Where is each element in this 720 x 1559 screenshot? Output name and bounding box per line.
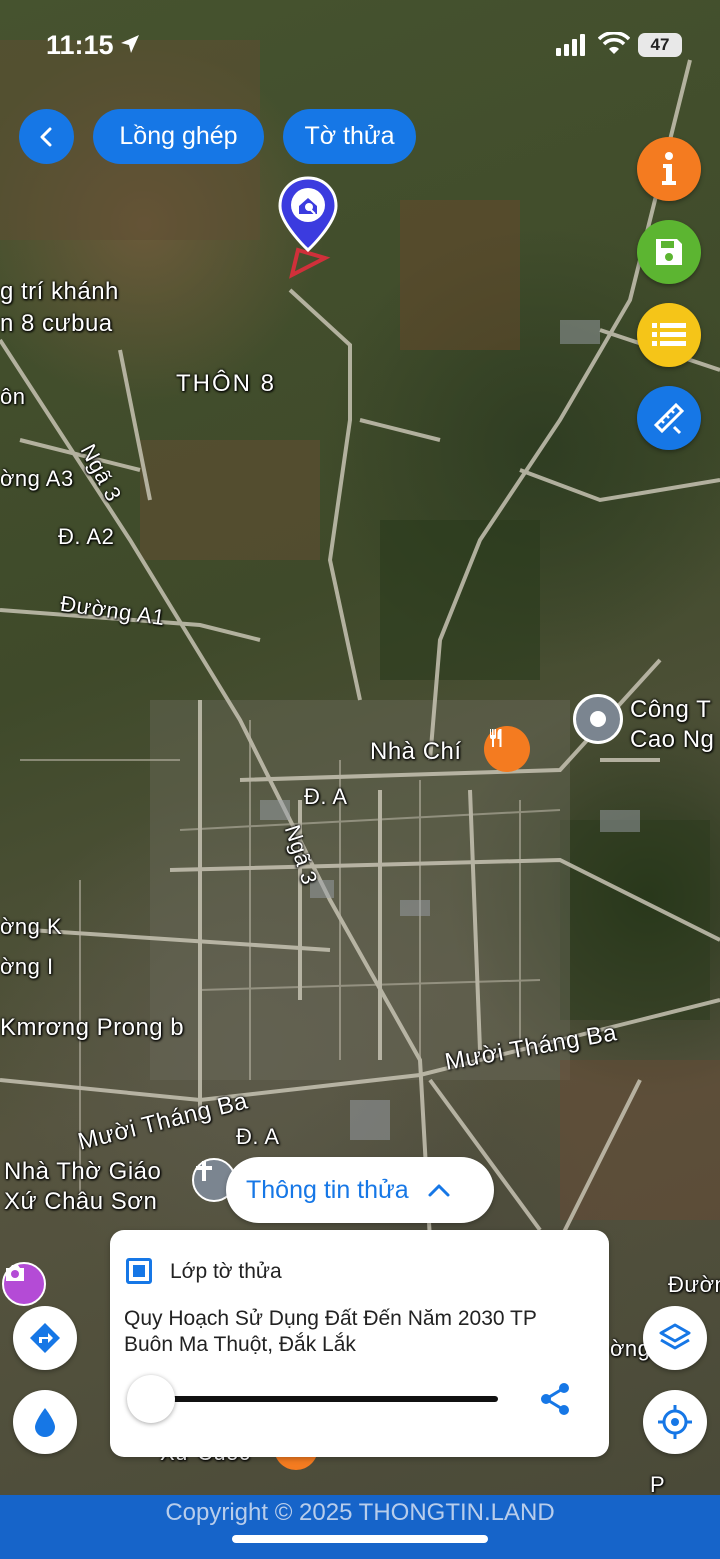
list-button[interactable] [637, 303, 701, 367]
measure-tool-button[interactable] [637, 386, 701, 450]
info-icon [662, 152, 676, 185]
plan-title: Quy Hoạch Sử Dụng Đất Đến Năm 2030 TP Bu… [124, 1307, 537, 1356]
layers-icon [659, 1323, 691, 1350]
list-icon [652, 323, 686, 346]
layers-button[interactable] [643, 1306, 707, 1370]
water-drop-icon [35, 1408, 55, 1437]
map-label-poi: Công T [630, 696, 712, 723]
map-label-poi: Nhà Chí [370, 738, 462, 765]
my-location-button[interactable] [643, 1390, 707, 1454]
map-label: n 8 cưbua [0, 310, 113, 337]
chevron-left-icon [40, 127, 51, 146]
location-pin-icon[interactable] [573, 694, 623, 744]
directions-icon [30, 1323, 60, 1353]
map-label-road: ờng A3 [0, 466, 74, 491]
back-button[interactable] [19, 109, 74, 164]
status-bar: 11:15 47 [0, 0, 720, 90]
layer-panel: Lớp tờ thửa Quy Hoạch Sử Dụng Đất Đến Nă… [110, 1230, 609, 1457]
ruler-pencil-icon [653, 402, 685, 435]
map-label-road: Đ. A [236, 1124, 280, 1149]
map-label-village: THÔN 8 [176, 370, 277, 397]
info-button[interactable] [637, 137, 701, 201]
map-label-road: ờng K [0, 914, 63, 939]
map-label-poi: Xứ Châu Sơn [4, 1188, 158, 1215]
crosshair-icon [658, 1405, 692, 1439]
parcel-info-label: Thông tin thửa [246, 1175, 409, 1204]
water-layer-button[interactable] [13, 1390, 77, 1454]
location-arrow-icon [118, 32, 142, 61]
save-icon [656, 239, 682, 265]
camera-icon[interactable] [2, 1262, 46, 1306]
save-button[interactable] [637, 220, 701, 284]
restaurant-icon[interactable] [484, 726, 530, 772]
layer-checkbox[interactable] [126, 1258, 152, 1284]
map-label: g trí khánh [0, 278, 119, 305]
chevron-up-icon [428, 1184, 450, 1197]
map-label-road: Đ. A [304, 784, 348, 809]
parcel-info-tab[interactable]: Thông tin thửa [226, 1157, 494, 1223]
map-label-road: P [650, 1472, 666, 1495]
copyright-footer: Copyright © 2025 THONGTIN.LAND [0, 1495, 720, 1559]
map-label-poi: Nhà Thờ Giáo [4, 1158, 162, 1185]
status-time: 11:15 [46, 30, 114, 60]
opacity-slider-track[interactable] [154, 1396, 498, 1402]
map-label-road: ờng I [0, 954, 54, 979]
home-indicator[interactable] [232, 1535, 488, 1543]
map-label: ôn [0, 384, 26, 409]
battery-indicator: 47 [638, 33, 682, 57]
cellular-signal-icon [556, 34, 590, 61]
map-label-poi: Cao Ng [630, 726, 715, 753]
map-label-road: Đườn [668, 1272, 720, 1297]
directions-button[interactable] [13, 1306, 77, 1370]
share-icon[interactable] [538, 1382, 572, 1416]
layer-label: Lớp tờ thửa [170, 1260, 282, 1283]
map-label-road: Kmrơng Prong b [0, 1014, 185, 1041]
parcel-map-button[interactable]: Tờ thửa [283, 109, 416, 164]
map-label-road: Đ. A2 [58, 524, 115, 549]
overlay-button[interactable]: Lồng ghép [93, 109, 264, 164]
opacity-slider-thumb[interactable] [127, 1375, 175, 1423]
wifi-icon [597, 31, 631, 61]
